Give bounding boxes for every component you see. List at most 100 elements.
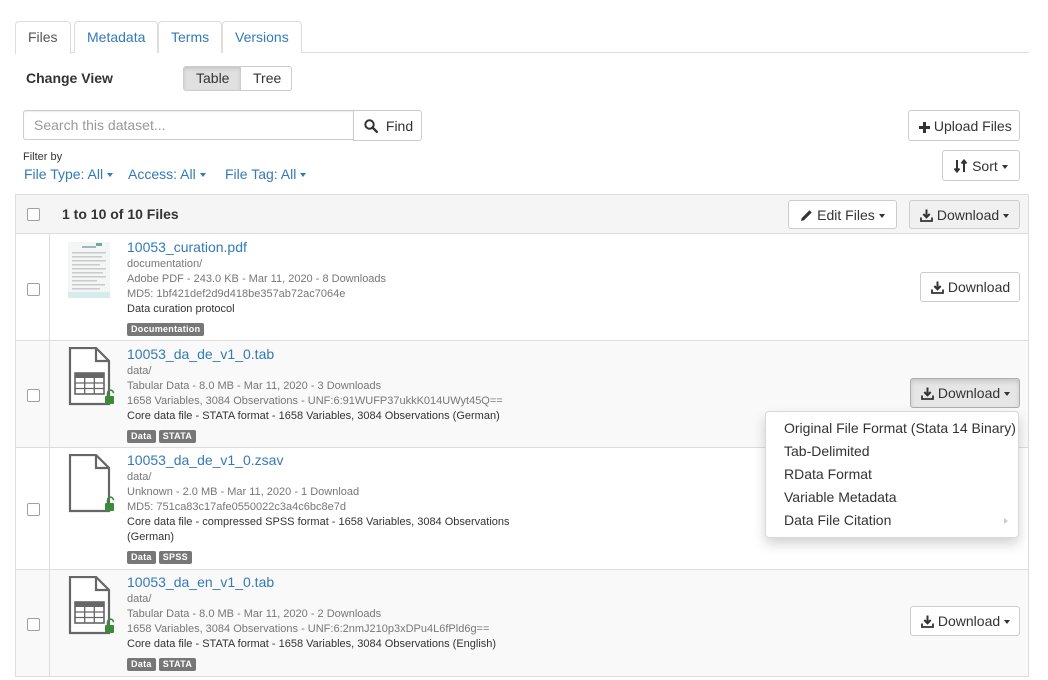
file-checksum: MD5: 1bf421def2d9d418be357ab72ac7064e bbox=[127, 288, 346, 300]
tab-label: Metadata bbox=[87, 29, 146, 45]
file-tag: STATA bbox=[158, 658, 197, 671]
tabular-file-icon bbox=[68, 576, 115, 635]
view-tree-button[interactable]: Tree bbox=[240, 66, 292, 91]
file-name-link[interactable]: 10053_da_en_v1_0.tab bbox=[127, 574, 496, 590]
sort-label: Sort bbox=[972, 157, 998, 174]
file-download-label: Download bbox=[947, 279, 1011, 295]
file-folder: data/ bbox=[127, 365, 152, 377]
file-name-link[interactable]: 10053_da_de_v1_0.tab bbox=[127, 346, 503, 362]
filter-access[interactable]: Access: All bbox=[128, 166, 206, 182]
file-description: Core data file - STATA format - 1658 Var… bbox=[127, 410, 500, 422]
file-name-link[interactable]: 10053_da_de_v1_0.zsav bbox=[127, 452, 510, 468]
caret-down-icon bbox=[1003, 214, 1010, 219]
row-checkbox[interactable] bbox=[27, 283, 40, 296]
file-name-link[interactable]: 10053_curation.pdf bbox=[127, 239, 386, 255]
change-view-label: Change View bbox=[26, 70, 113, 86]
filter-file-type[interactable]: File Type: All bbox=[24, 166, 114, 182]
download-icon bbox=[920, 209, 933, 222]
menu-item-variable-metadata[interactable]: Variable Metadata bbox=[766, 486, 1018, 509]
tab-label: Files bbox=[28, 29, 58, 45]
file-download-dropdown-button[interactable]: Download bbox=[910, 606, 1020, 636]
download-all-button[interactable]: Download bbox=[909, 200, 1020, 229]
checkbox-cell bbox=[16, 570, 50, 676]
pdf-thumbnail-icon bbox=[68, 242, 110, 298]
file-tag: Data bbox=[127, 430, 156, 443]
file-info: Adobe PDF - 243.0 KB - Mar 11, 2020 - 8 … bbox=[127, 273, 387, 285]
caret-down-icon bbox=[107, 173, 114, 178]
filter-access-label: Access: All bbox=[128, 166, 196, 182]
download-icon bbox=[921, 387, 934, 400]
file-table-header: 1 to 10 of 10 Files Edit Files Download bbox=[15, 194, 1029, 234]
file-checksum: 1658 Variables, 3084 Observations - UNF:… bbox=[127, 623, 490, 635]
search-input[interactable] bbox=[23, 110, 354, 140]
file-description: Data curation protocol bbox=[127, 303, 235, 315]
caret-down-icon bbox=[878, 214, 885, 219]
file-tag: STATA bbox=[158, 430, 197, 443]
file-tag: Documentation bbox=[127, 323, 205, 336]
tab-terms[interactable]: Terms bbox=[158, 21, 223, 53]
tab-metadata[interactable]: Metadata bbox=[74, 21, 159, 53]
filter-by-label: Filter by bbox=[23, 151, 63, 163]
menu-item-rdata-format[interactable]: RData Format bbox=[766, 463, 1018, 486]
file-download-button[interactable]: Download bbox=[920, 272, 1020, 302]
checkbox-cell bbox=[16, 341, 50, 447]
edit-files-button[interactable]: Edit Files bbox=[788, 200, 897, 229]
tab-versions[interactable]: Versions bbox=[222, 21, 302, 53]
generic-file-icon bbox=[68, 454, 115, 513]
menu-item-original-format[interactable]: Original File Format (Stata 14 Binary) bbox=[766, 417, 1018, 440]
file-info: Unknown - 2.0 MB - Mar 11, 2020 - 1 Down… bbox=[127, 486, 360, 498]
search-icon bbox=[364, 118, 378, 133]
download-icon bbox=[931, 281, 944, 294]
file-info: Tabular Data - 8.0 MB - Mar 11, 2020 - 3… bbox=[127, 380, 382, 392]
tab-label: Terms bbox=[171, 29, 210, 45]
caret-down-icon bbox=[300, 173, 307, 178]
caret-down-icon bbox=[1004, 620, 1011, 625]
find-button[interactable]: Find bbox=[353, 110, 422, 141]
row-checkbox[interactable] bbox=[27, 503, 40, 516]
pencil-icon bbox=[801, 210, 812, 221]
menu-item-data-file-citation-label: Data File Citation bbox=[784, 512, 892, 528]
sort-icon bbox=[954, 158, 968, 173]
file-folder: documentation/ bbox=[127, 258, 203, 270]
file-download-label: Download bbox=[937, 613, 1001, 629]
filter-file-type-label: File Type: All bbox=[24, 166, 104, 182]
download-dropdown-menu: Original File Format (Stata 14 Binary) T… bbox=[765, 411, 1019, 538]
row-checkbox[interactable] bbox=[27, 389, 40, 402]
file-description: Core data file - compressed SPSS format … bbox=[127, 516, 510, 528]
file-download-dropdown-button[interactable]: Download bbox=[910, 378, 1020, 408]
file-tag: SPSS bbox=[158, 551, 192, 564]
file-count-label: 1 to 10 of 10 Files bbox=[62, 206, 179, 222]
find-button-label: Find bbox=[385, 117, 414, 134]
sort-button[interactable]: Sort bbox=[942, 150, 1020, 181]
file-description-continued: (German) bbox=[127, 531, 175, 543]
checkbox-cell bbox=[16, 448, 50, 569]
select-all-checkbox[interactable] bbox=[27, 208, 40, 221]
file-folder: data/ bbox=[127, 471, 152, 483]
table-row: 10053_curation.pdf documentation/ Adobe … bbox=[15, 234, 1029, 341]
tab-files[interactable]: Files bbox=[15, 21, 71, 54]
file-download-label: Download bbox=[937, 385, 1001, 401]
table-row: 10053_da_en_v1_0.tab data/ Tabular Data … bbox=[15, 570, 1029, 677]
upload-files-label: Upload Files bbox=[933, 117, 1012, 134]
tabular-file-icon bbox=[68, 347, 115, 406]
plus-icon bbox=[919, 121, 930, 133]
row-checkbox[interactable] bbox=[27, 618, 40, 631]
checkbox-cell bbox=[16, 234, 50, 340]
caret-down-icon bbox=[199, 173, 206, 178]
file-info: Tabular Data - 8.0 MB - Mar 11, 2020 - 2… bbox=[127, 608, 382, 620]
caret-down-icon bbox=[1001, 164, 1008, 169]
file-checksum: MD5: 751ca83c17afe0550022c3a4c6bc8e7d bbox=[127, 501, 346, 513]
file-tag: Data bbox=[127, 551, 156, 564]
menu-item-data-file-citation[interactable]: Data File Citation bbox=[766, 509, 1018, 532]
tab-label: Versions bbox=[235, 29, 289, 45]
view-table-button[interactable]: Table bbox=[183, 66, 241, 91]
download-all-label: Download bbox=[936, 207, 1000, 223]
upload-files-button[interactable]: Upload Files bbox=[908, 110, 1020, 141]
file-tag: Data bbox=[127, 658, 156, 671]
edit-files-label: Edit Files bbox=[817, 207, 875, 223]
filter-file-tag-label: File Tag: All bbox=[225, 166, 297, 182]
menu-item-tab-delimited[interactable]: Tab-Delimited bbox=[766, 440, 1018, 463]
filter-file-tag[interactable]: File Tag: All bbox=[225, 166, 307, 182]
caret-down-icon bbox=[1004, 392, 1011, 397]
file-description: Core data file - STATA format - 1658 Var… bbox=[127, 638, 497, 650]
